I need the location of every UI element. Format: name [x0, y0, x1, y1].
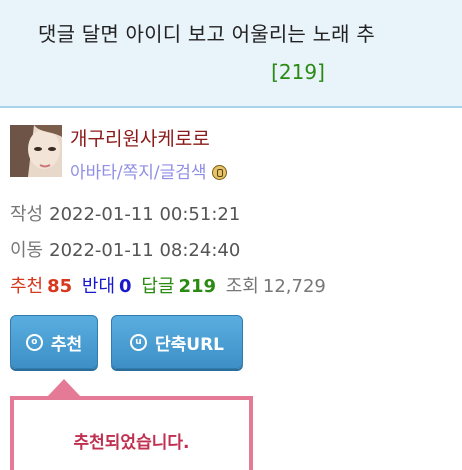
- views-count: 12,729: [262, 276, 326, 297]
- moved-date: 2022-01-11 08:24:40: [49, 240, 241, 261]
- written-date-row: 작성 2022-01-11 00:51:21: [10, 200, 240, 226]
- author-avatar[interactable]: [10, 125, 62, 177]
- reply-label: 답글: [141, 276, 175, 297]
- popup-message: 추천되었습니다.: [73, 433, 190, 453]
- post-stats: 추천 85 반대 0 답글 219 조회 12,729: [10, 272, 330, 298]
- reply-count: 219: [178, 276, 217, 297]
- recommend-count: 85: [47, 276, 73, 297]
- post-title: 댓글 달면 아이디 보고 어울리는 노래 추: [38, 22, 375, 46]
- oppose-label: 반대: [81, 276, 116, 297]
- author-links: 아바타/쪽지/글검색: [70, 158, 227, 183]
- recommend-popup: 추천되었습니다.: [10, 396, 253, 470]
- short-url-button[interactable]: u 단축URL: [111, 315, 243, 369]
- short-url-button-label: 단축URL: [154, 334, 224, 355]
- recommend-circle-icon: o: [25, 333, 43, 351]
- recommend-label: 추천: [10, 276, 44, 297]
- avatar-image: [10, 125, 62, 177]
- level-badge-icon: [211, 165, 227, 180]
- author-name[interactable]: 개구리원사케로로: [70, 124, 210, 151]
- popup-arrow: [47, 379, 81, 397]
- author-links-text[interactable]: 아바타/쪽지/글검색: [70, 163, 207, 183]
- post-title-box: 댓글 달면 아이디 보고 어울리는 노래 추 [219]: [0, 0, 462, 108]
- written-label: 작성: [10, 204, 44, 225]
- views-label: 조회: [225, 276, 259, 297]
- written-date: 2022-01-11 00:51:21: [49, 204, 241, 225]
- comment-count[interactable]: [219]: [0, 60, 462, 84]
- oppose-count: 0: [119, 276, 132, 297]
- moved-date-row: 이동 2022-01-11 08:24:40: [10, 236, 240, 262]
- url-circle-icon: u: [129, 333, 147, 351]
- recommend-button-label: 추천: [50, 334, 83, 355]
- moved-label: 이동: [10, 240, 44, 261]
- recommend-button[interactable]: o 추천: [10, 315, 98, 369]
